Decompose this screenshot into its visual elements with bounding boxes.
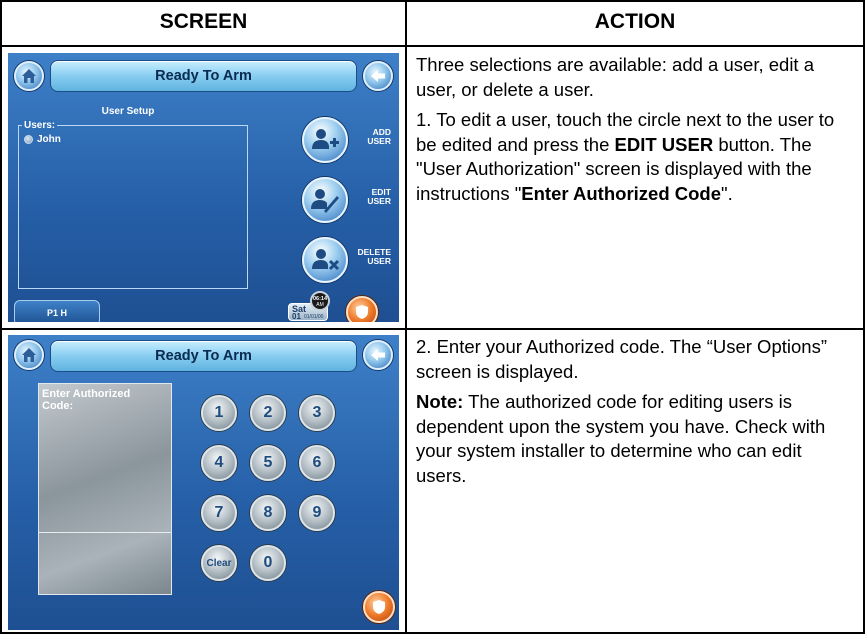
delete-user-button[interactable] — [302, 237, 348, 283]
keypad-key-2[interactable]: 2 — [250, 395, 286, 431]
back-arrow-icon — [371, 349, 385, 361]
authorization-screen: Ready To Arm Enter Authorized Code: 123 4… — [8, 335, 399, 630]
edit-user-button[interactable] — [302, 177, 348, 223]
emergency-button[interactable] — [346, 296, 378, 322]
users-list-panel: Users: John — [18, 120, 248, 289]
keypad-key-9[interactable]: 9 — [299, 495, 335, 531]
column-divider — [405, 2, 407, 632]
add-user-button[interactable] — [302, 117, 348, 163]
keypad-key-7[interactable]: 7 — [201, 495, 237, 531]
note-paragraph: Note: The authorized code for editing us… — [416, 391, 826, 486]
row-divider — [2, 328, 863, 330]
action-text-row1: Three selections are available: add a us… — [416, 53, 856, 212]
back-arrow-icon — [371, 70, 385, 82]
users-label: Users: — [22, 120, 58, 131]
header-divider — [2, 45, 863, 47]
delete-user-label: DELETE USER — [357, 247, 391, 266]
keypad-key-clear[interactable]: Clear — [201, 545, 237, 581]
add-user-icon — [312, 129, 339, 149]
shield-icon — [373, 600, 385, 614]
date-text: 01/01/00 — [304, 314, 324, 320]
radio-button[interactable] — [24, 135, 33, 144]
header-screen: SCREEN — [159, 10, 248, 33]
back-button[interactable] — [363, 61, 393, 91]
shield-icon — [356, 305, 368, 319]
user-name: John — [37, 134, 61, 145]
add-user-label: ADD USER — [367, 127, 391, 146]
action-text-row2: 2. Enter your Authorized code. The “User… — [416, 335, 856, 494]
delete-user-icon — [312, 249, 340, 271]
header-action: ACTION — [594, 10, 676, 33]
edit-user-label: EDIT USER — [367, 187, 391, 206]
action-paragraph: Three selections are available: add a us… — [416, 54, 814, 100]
user-row-john[interactable]: John — [24, 134, 61, 145]
code-display-panel: Enter Authorized Code: — [38, 383, 172, 595]
day-number: 01 — [292, 312, 301, 321]
action-paragraph: 1. To edit a user, touch the circle next… — [416, 109, 835, 204]
instruction-table: SCREEN ACTION Ready To Arm User Setup Us… — [0, 0, 865, 634]
back-button[interactable] — [363, 340, 393, 370]
keypad-key-6[interactable]: 6 — [299, 445, 335, 481]
clock-display: 06:14 AM — [310, 291, 330, 311]
ampm-text: AM — [316, 302, 324, 308]
keypad-key-0[interactable]: 0 — [250, 545, 286, 581]
edit-user-icon — [311, 189, 339, 213]
code-prompt: Enter Authorized Code: — [42, 388, 131, 412]
keypad-key-5[interactable]: 5 — [250, 445, 286, 481]
home-icon — [22, 69, 36, 83]
action-paragraph: 2. Enter your Authorized code. The “User… — [416, 336, 827, 382]
home-icon — [22, 348, 36, 362]
home-button[interactable] — [14, 340, 44, 370]
home-button[interactable] — [14, 61, 44, 91]
keypad-key-1[interactable]: 1 — [201, 395, 237, 431]
emergency-button[interactable] — [363, 591, 395, 623]
user-setup-title: User Setup — [101, 106, 155, 117]
keypad-key-3[interactable]: 3 — [299, 395, 335, 431]
partition-button[interactable]: P1 H — [14, 300, 100, 322]
code-entry-field — [39, 532, 171, 533]
keypad-key-8[interactable]: 8 — [250, 495, 286, 531]
status-bar: Ready To Arm — [50, 60, 357, 92]
keypad-key-4[interactable]: 4 — [201, 445, 237, 481]
status-bar: Ready To Arm — [50, 340, 357, 372]
user-setup-screen: Ready To Arm User Setup Users: John ADD U… — [8, 53, 399, 322]
